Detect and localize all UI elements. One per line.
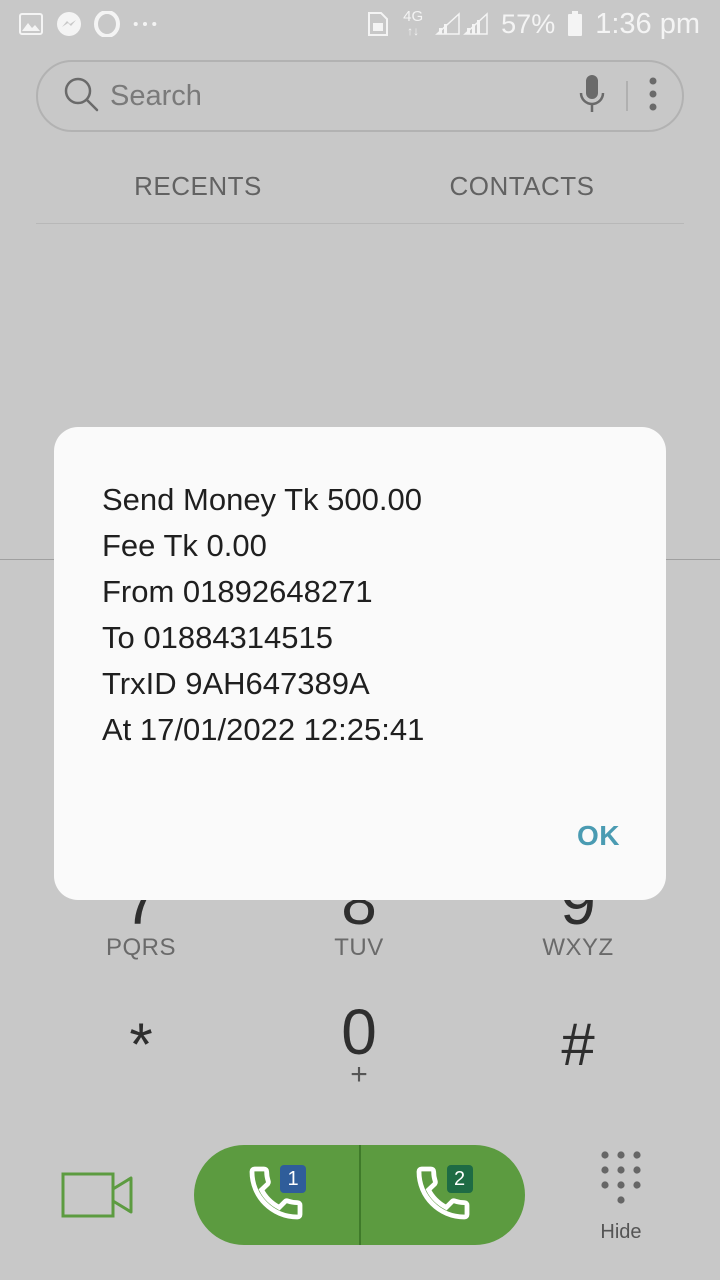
- sim2-badge: 2: [446, 1165, 473, 1193]
- network-type: 4G: [403, 8, 424, 25]
- tab-contacts[interactable]: CONTACTS: [360, 150, 684, 223]
- search-icon: [62, 75, 100, 118]
- more-vert-icon[interactable]: [648, 76, 658, 117]
- battery-percent: 57%: [501, 8, 556, 39]
- ussd-message-dialog: Send Money Tk 500.00 Fee Tk 0.00 From 01…: [54, 427, 666, 900]
- signal-icon: [435, 11, 489, 37]
- battery-icon: [567, 11, 583, 37]
- hash-key-symbol: #: [561, 1011, 595, 1078]
- hide-keypad-button[interactable]: Hide: [588, 1150, 654, 1250]
- key-0[interactable]: 0 +: [249, 996, 469, 1091]
- network-4g-icon: 4G ↑↓: [403, 8, 424, 38]
- sim1-badge: 1: [280, 1165, 306, 1193]
- more-dots-icon: [132, 11, 158, 37]
- status-time: 1:36 pm: [595, 7, 700, 40]
- opera-icon: [94, 11, 120, 37]
- message-trxid: TrxID 9AH647389A: [102, 666, 370, 701]
- key-plus: +: [350, 1058, 368, 1091]
- microphone-icon[interactable]: [578, 74, 606, 119]
- message-datetime: At 17/01/2022 12:25:41: [102, 712, 425, 747]
- search-separator: [626, 81, 628, 111]
- key-digit: 0: [341, 996, 377, 1068]
- message-send-money: Send Money Tk 500.00: [102, 482, 422, 517]
- search-input[interactable]: [110, 79, 578, 113]
- ok-button[interactable]: OK: [577, 820, 620, 852]
- star-key-symbol: *: [129, 1011, 153, 1078]
- messenger-icon: [56, 11, 82, 37]
- key-letters: WXYZ: [542, 934, 614, 961]
- message-to: To 01884314515: [102, 620, 334, 655]
- status-left: [18, 11, 158, 37]
- sim-card-icon: [365, 11, 391, 37]
- video-call-button[interactable]: [60, 1168, 134, 1222]
- tab-bar: RECENTS CONTACTS: [36, 150, 684, 224]
- data-arrows: ↑↓: [407, 24, 420, 38]
- call-button-group: 1 2: [194, 1145, 525, 1245]
- status-bar: 4G ↑↓ 57% 1:36 pm: [0, 0, 720, 48]
- message-from: From 01892648271: [102, 574, 373, 609]
- key-hash[interactable]: #: [468, 1015, 688, 1075]
- call-sim1-button[interactable]: 1: [194, 1145, 359, 1245]
- key-star[interactable]: *: [31, 1015, 251, 1075]
- status-right: 4G ↑↓ 57% 1:36 pm: [365, 8, 700, 41]
- hide-label: Hide: [600, 1221, 642, 1243]
- tab-recents[interactable]: RECENTS: [36, 150, 360, 223]
- search-bar[interactable]: [36, 60, 684, 132]
- call-sim2-button[interactable]: 2: [361, 1145, 526, 1245]
- key-letters: TUV: [334, 934, 384, 961]
- video-camera-icon: [60, 1172, 134, 1226]
- key-letters: PQRS: [105, 934, 176, 961]
- message-fee: Fee Tk 0.00: [102, 528, 267, 563]
- gallery-icon: [18, 11, 44, 37]
- dialpad-icon: [599, 1150, 643, 1215]
- dialog-message: Send Money Tk 500.00 Fee Tk 0.00 From 01…: [102, 477, 424, 753]
